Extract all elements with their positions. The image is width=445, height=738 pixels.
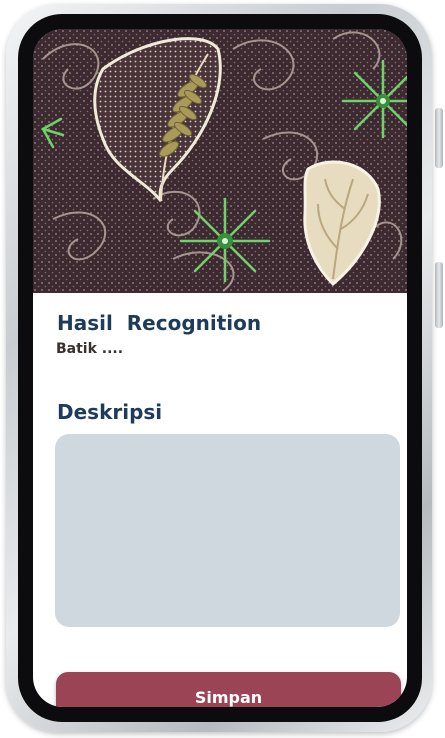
batik-image bbox=[33, 29, 407, 293]
save-button[interactable]: Simpan bbox=[56, 672, 401, 707]
app-screen: Hasil Recognition Batik .... Deskripsi S… bbox=[33, 29, 407, 707]
phone-bezel: Hasil Recognition Batik .... Deskripsi S… bbox=[18, 14, 422, 722]
description-field[interactable] bbox=[55, 434, 400, 627]
volume-button bbox=[435, 108, 443, 168]
power-button bbox=[435, 262, 443, 328]
recognition-result-text: Batik .... bbox=[56, 341, 124, 357]
description-title: Deskripsi bbox=[57, 400, 163, 424]
result-title: Hasil Recognition bbox=[57, 311, 262, 335]
phone-frame: Hasil Recognition Batik .... Deskripsi S… bbox=[6, 4, 432, 732]
